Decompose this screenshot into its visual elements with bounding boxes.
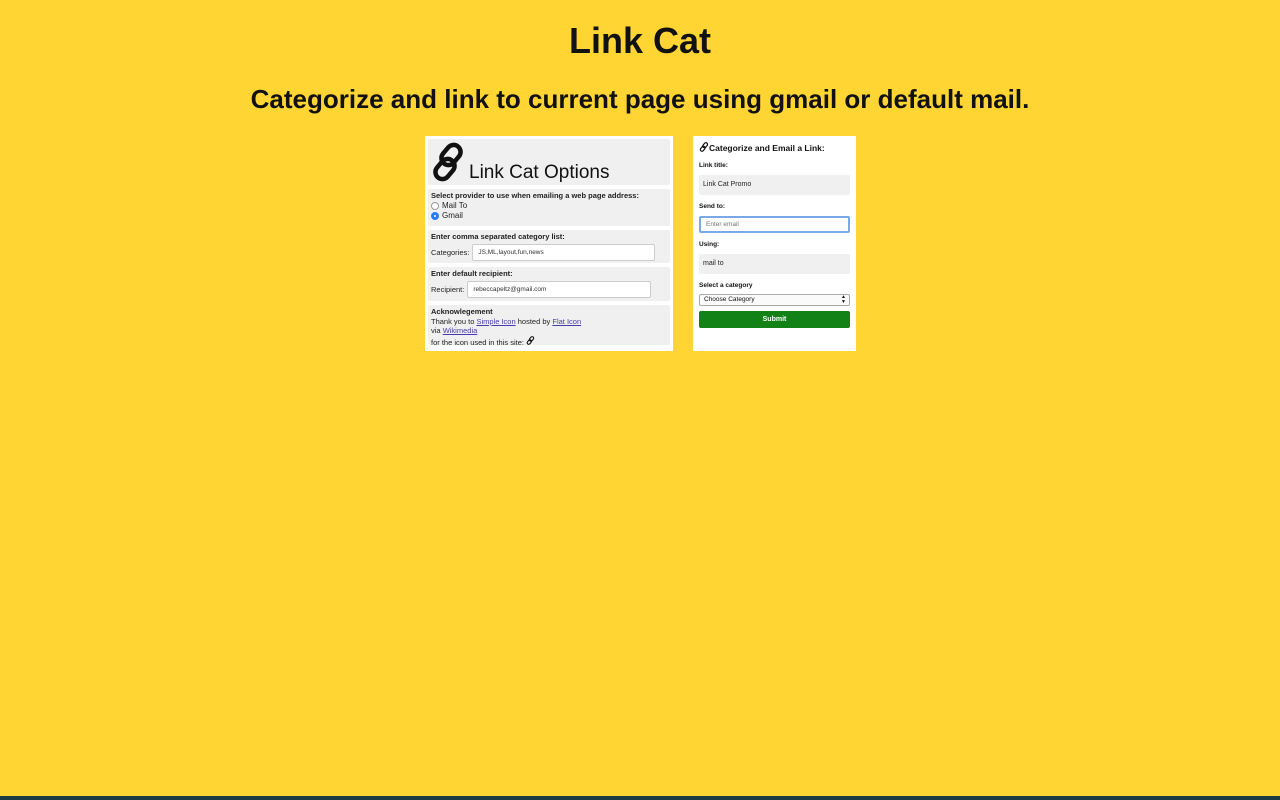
ack-text: hosted by xyxy=(517,316,551,326)
acknowledgement-section: Acknowlegement Thank you to Simple Icon … xyxy=(428,305,670,347)
popup-panel: Categorize and Email a Link: Link title:… xyxy=(693,136,856,351)
options-panel: Link Cat Options Select provider to use … xyxy=(425,136,673,351)
provider-section: Select provider to use when emailing a w… xyxy=(428,189,670,226)
category-select[interactable]: Choose Category ▲ ▼ xyxy=(699,294,850,306)
using-field[interactable]: mail to xyxy=(699,254,850,274)
submit-button[interactable]: Submit xyxy=(699,311,850,328)
mailto-radio[interactable] xyxy=(431,201,439,210)
page-subtitle: Categorize and link to current page usin… xyxy=(250,84,1030,114)
popup-title: Categorize and Email a Link: xyxy=(699,142,850,154)
category-select-label: Select a category xyxy=(699,282,753,289)
gmail-radio-label: Gmail xyxy=(442,211,463,220)
provider-label: Select provider to use when emailing a w… xyxy=(431,191,639,200)
simple-icon-link[interactable]: Simple Icon xyxy=(476,317,515,326)
flat-icon-link[interactable]: Flat Icon xyxy=(552,317,581,326)
ack-title: Acknowlegement xyxy=(431,307,493,316)
category-section: Enter comma separated category list: Cat… xyxy=(428,230,670,263)
ack-text: Thank you to xyxy=(431,316,475,326)
mailto-radio-label: Mail To xyxy=(442,201,468,210)
link-title-field[interactable]: Link Cat Promo xyxy=(699,175,850,195)
link-icon xyxy=(699,142,709,154)
provider-option-gmail[interactable]: Gmail xyxy=(431,211,667,220)
categories-input[interactable]: JS,ML,layout,fun,news xyxy=(472,244,656,261)
category-section-label: Enter comma separated category list: xyxy=(431,232,565,241)
options-header: Link Cat Options xyxy=(428,139,670,185)
gmail-radio[interactable] xyxy=(431,211,439,220)
using-label: Using: xyxy=(699,241,720,248)
recipient-label: Recipient: xyxy=(431,285,465,294)
recipient-section: Enter default recipient: Recipient: rebe… xyxy=(428,267,670,301)
recipient-input[interactable]: rebeccapeltz@gmail.com xyxy=(467,281,652,298)
category-select-value: Choose Category xyxy=(704,296,755,303)
small-link-icon xyxy=(526,335,535,347)
ack-text: via xyxy=(431,326,441,335)
select-arrows-icon: ▲ ▼ xyxy=(841,294,846,305)
ack-text: for the icon used in this site: xyxy=(431,337,524,347)
link-title-label: Link title: xyxy=(699,162,728,169)
page-title: Link Cat xyxy=(568,20,711,61)
send-to-label: Send to: xyxy=(699,203,725,210)
wikimedia-link[interactable]: Wikimedia xyxy=(443,326,478,335)
categories-label: Categories: xyxy=(431,248,470,257)
send-to-input[interactable]: Enter email xyxy=(699,216,850,233)
popup-title-text: Categorize and Email a Link: xyxy=(709,143,825,153)
provider-option-mailto[interactable]: Mail To xyxy=(431,201,667,210)
recipient-section-label: Enter default recipient: xyxy=(431,269,513,278)
options-header-title: Link Cat Options xyxy=(469,162,610,183)
bottom-border xyxy=(0,796,1280,800)
link-icon xyxy=(430,142,468,187)
